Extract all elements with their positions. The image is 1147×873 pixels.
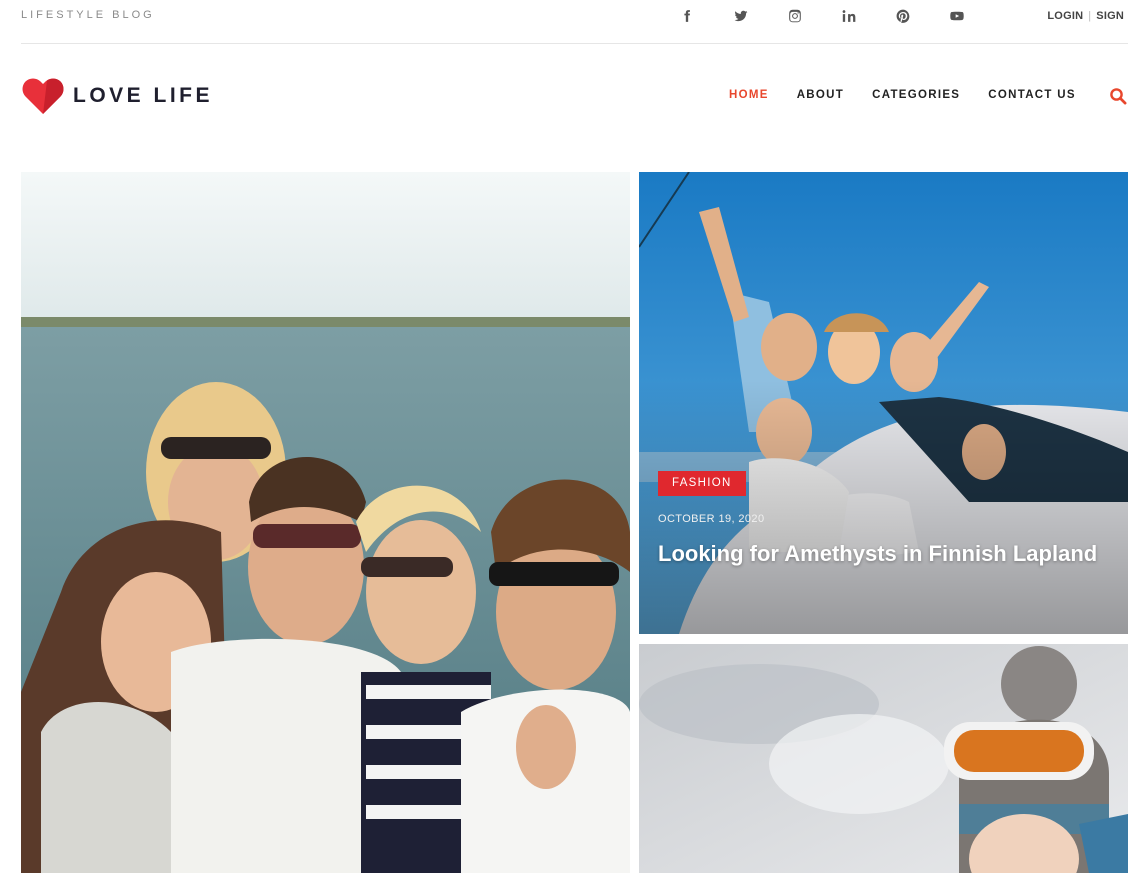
instagram-icon[interactable]: [783, 5, 807, 27]
top-bar: LIFESTYLE BLOG LOGIN | SIGN: [21, 0, 1128, 44]
featured-post-card[interactable]: FASHION OCTOBER 19, 2020 Looking for Ame…: [639, 172, 1128, 634]
auth-divider: |: [1088, 10, 1092, 22]
featured-post-image-left[interactable]: [21, 172, 630, 873]
nav-about[interactable]: ABOUT: [797, 89, 844, 101]
nav-home[interactable]: HOME: [729, 89, 769, 101]
site-logo[interactable]: LOVE LIFE: [21, 76, 213, 116]
auth-links: LOGIN | SIGN: [1047, 10, 1124, 22]
nav-categories[interactable]: CATEGORIES: [872, 89, 960, 101]
twitter-icon[interactable]: [729, 5, 753, 27]
linkedin-icon[interactable]: [837, 5, 861, 27]
facebook-icon[interactable]: [675, 5, 699, 27]
post-title[interactable]: Looking for Amethysts in Finnish Lapland: [658, 539, 1098, 568]
youtube-icon[interactable]: [945, 5, 969, 27]
signup-link[interactable]: SIGN: [1096, 10, 1124, 22]
post-date: OCTOBER 19, 2020: [658, 513, 765, 525]
pinterest-icon[interactable]: [891, 5, 915, 27]
secondary-post-image[interactable]: [639, 644, 1128, 873]
friends-selfie-photo: [21, 172, 630, 873]
login-link[interactable]: LOGIN: [1047, 10, 1083, 22]
nav-contact-us[interactable]: CONTACT US: [988, 89, 1076, 101]
search-icon[interactable]: [1109, 87, 1127, 105]
category-badge[interactable]: FASHION: [658, 471, 746, 496]
logo-text: LOVE LIFE: [73, 84, 214, 107]
heart-logo-icon: [22, 78, 64, 114]
site-tagline: LIFESTYLE BLOG: [21, 9, 155, 21]
main-nav: HOME ABOUT CATEGORIES CONTACT US: [729, 89, 1104, 101]
winter-girl-photo: [639, 644, 1128, 873]
